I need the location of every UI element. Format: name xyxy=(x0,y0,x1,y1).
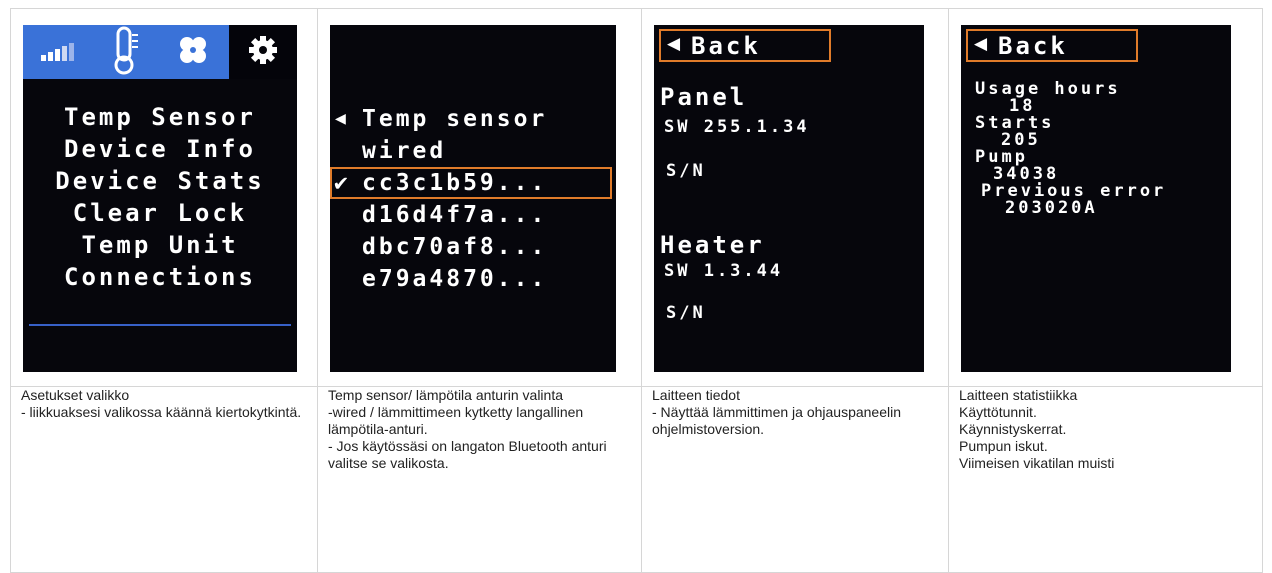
caption-cell: Laitteen tiedot - Näyttää lämmittimen ja… xyxy=(641,386,949,573)
back-label: Back xyxy=(998,32,1068,60)
menu-item-clear-lock[interactable]: Clear Lock xyxy=(23,197,297,229)
temp-sensor-screen: ◀ Temp sensor wired ✔ cc3c1b59... d16d4f… xyxy=(330,25,616,372)
chevron-left-icon: ◀ xyxy=(667,34,681,53)
sensor-option[interactable]: d16d4f7a... xyxy=(330,199,616,231)
sensor-screen-title: Temp sensor xyxy=(362,106,548,132)
heater-title: Heater xyxy=(660,231,765,259)
chevron-left-icon: ◀ xyxy=(335,108,349,129)
panel-serial: S/N xyxy=(666,161,706,181)
signal-bars-icon xyxy=(37,37,77,68)
tab-temperature[interactable] xyxy=(91,25,159,79)
panel-sw-version: SW 255.1.34 xyxy=(664,117,810,137)
sensor-back-row[interactable]: ◀ Temp sensor xyxy=(330,103,616,135)
caption-cell: Temp sensor/ lämpötila anturin valinta -… xyxy=(317,386,642,573)
caption-temp-sensor: Temp sensor/ lämpötila anturin valinta -… xyxy=(328,387,607,471)
panel-title: Panel xyxy=(660,83,748,111)
caption-cell: Asetukset valikko - liikkuaksesi valikos… xyxy=(10,386,318,573)
sensor-option-label: cc3c1b59... xyxy=(362,170,548,196)
back-label: Back xyxy=(691,32,761,60)
caption-device-stats: Laitteen statistiikka Käyttötunnit. Käyn… xyxy=(959,387,1115,471)
sensor-option[interactable]: dbc70af8... xyxy=(330,231,616,263)
device-stats-screen: ◀ Back Usage hours 18 Starts 205 Pump 34… xyxy=(961,25,1231,372)
caption-cell: Laitteen statistiikka Käyttötunnit. Käyn… xyxy=(948,386,1263,573)
menu-item-connections[interactable]: Connections xyxy=(23,261,297,293)
caption-settings-menu: Asetukset valikko - liikkuaksesi valikos… xyxy=(21,387,302,420)
sensor-option-selected[interactable]: ✔ cc3c1b59... xyxy=(330,167,612,199)
screens-row: Temp Sensor Device Info Device Stats Cle… xyxy=(10,8,1263,387)
tab-fan[interactable] xyxy=(159,25,227,79)
thermometer-icon xyxy=(108,25,142,80)
screenshot-table: Temp Sensor Device Info Device Stats Cle… xyxy=(10,8,1263,573)
back-button[interactable]: ◀ Back xyxy=(966,29,1138,62)
previous-error-value: 203020A xyxy=(1005,198,1098,218)
settings-menu-list: Temp Sensor Device Info Device Stats Cle… xyxy=(23,101,297,293)
menu-item-temp-unit[interactable]: Temp Unit xyxy=(23,229,297,261)
menu-item-temp-sensor[interactable]: Temp Sensor xyxy=(23,101,297,133)
sensor-list: ◀ Temp sensor wired ✔ cc3c1b59... d16d4f… xyxy=(330,103,616,295)
menu-item-device-stats[interactable]: Device Stats xyxy=(23,165,297,197)
device-info-screen: ◀ Back Panel SW 255.1.34 S/N Heater SW 1… xyxy=(654,25,924,372)
sensor-option-wired[interactable]: wired xyxy=(330,135,616,167)
heater-sw-version: SW 1.3.44 xyxy=(664,261,784,281)
usage-hours-label: Usage hours xyxy=(975,79,1121,99)
top-tab-bar xyxy=(23,25,297,79)
cell-temp-sensor: ◀ Temp sensor wired ✔ cc3c1b59... d16d4f… xyxy=(317,8,642,387)
menu-item-device-info[interactable]: Device Info xyxy=(23,133,297,165)
back-button[interactable]: ◀ Back xyxy=(659,29,831,62)
chevron-left-icon: ◀ xyxy=(974,34,988,53)
gear-icon xyxy=(248,35,278,70)
captions-row: Asetukset valikko - liikkuaksesi valikos… xyxy=(10,386,1263,573)
tab-settings[interactable] xyxy=(229,25,297,79)
cell-settings-menu: Temp Sensor Device Info Device Stats Cle… xyxy=(10,8,318,387)
settings-menu-screen: Temp Sensor Device Info Device Stats Cle… xyxy=(23,25,297,372)
checkmark-icon: ✔ xyxy=(334,170,351,196)
cell-device-info: ◀ Back Panel SW 255.1.34 S/N Heater SW 1… xyxy=(641,8,949,387)
fan-icon xyxy=(177,34,209,71)
heater-serial: S/N xyxy=(666,303,706,323)
sensor-option[interactable]: e79a4870... xyxy=(330,263,616,295)
cell-device-stats: ◀ Back Usage hours 18 Starts 205 Pump 34… xyxy=(948,8,1263,387)
tab-signal[interactable] xyxy=(23,25,91,79)
caption-device-info: Laitteen tiedot - Näyttää lämmittimen ja… xyxy=(652,387,902,437)
menu-divider xyxy=(29,324,291,326)
